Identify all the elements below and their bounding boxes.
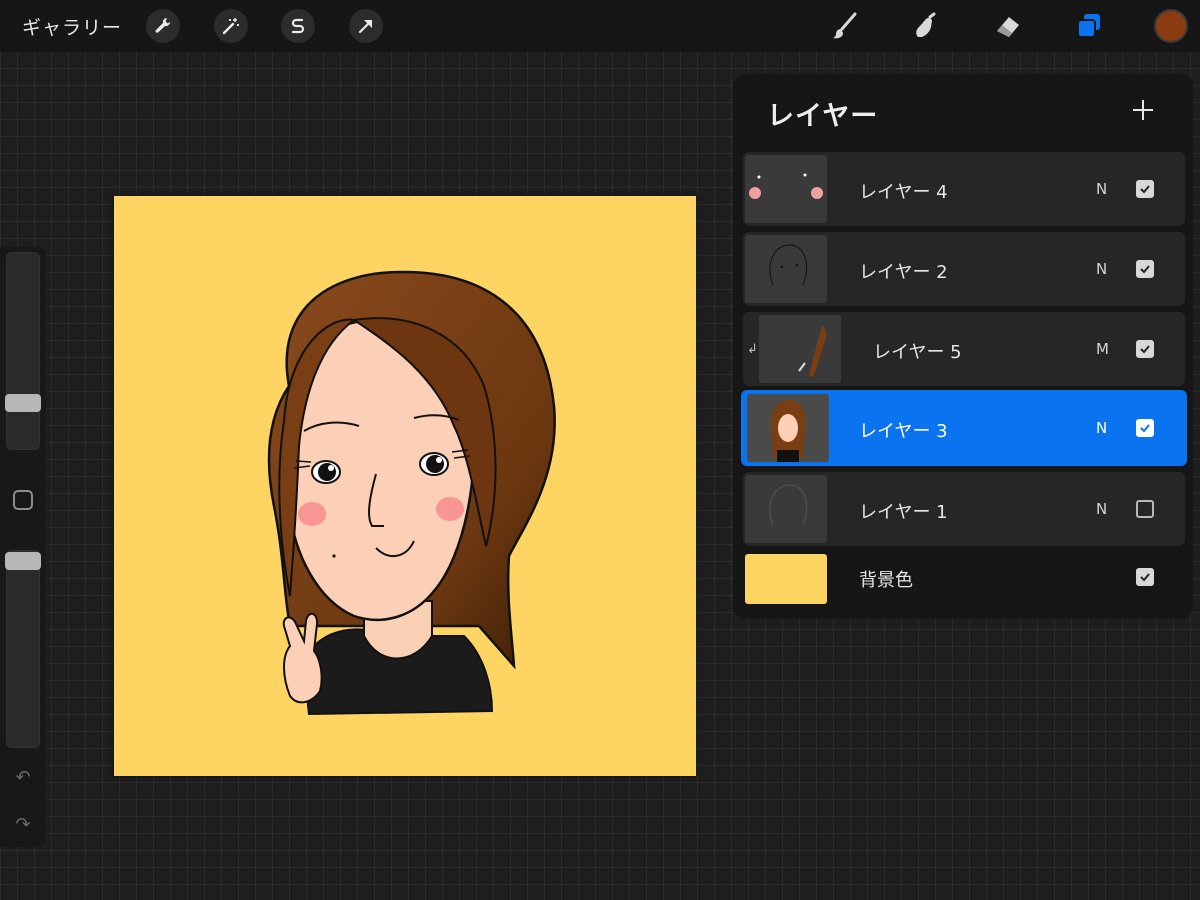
blend-mode-button[interactable]: M <box>1096 340 1109 358</box>
layers-panel: レイヤー レイヤー 4 N レイヤー 2 N ↲ レイヤー 5 M レイヤー 3… <box>733 74 1193 619</box>
visibility-checkbox[interactable] <box>1136 500 1154 518</box>
layer-name: レイヤー 3 <box>859 421 948 442</box>
brush-size-slider[interactable] <box>6 252 40 450</box>
eraser-icon[interactable] <box>990 8 1026 44</box>
redo-icon[interactable]: ↷ <box>11 813 35 837</box>
move-arrow-icon[interactable] <box>349 9 383 43</box>
brush-size-handle[interactable] <box>5 394 41 412</box>
visibility-checkbox[interactable] <box>1136 568 1154 586</box>
color-picker-button[interactable] <box>1154 9 1188 43</box>
visibility-checkbox[interactable] <box>1136 340 1154 358</box>
layer-name: レイヤー 5 <box>873 342 962 363</box>
layer-name: レイヤー 1 <box>859 502 948 523</box>
layer-thumbnail <box>745 235 827 303</box>
top-toolbar: ギャラリー <box>0 0 1200 52</box>
layers-icon[interactable] <box>1071 8 1107 44</box>
panel-title: レイヤー <box>767 101 879 132</box>
background-color-layer[interactable]: 背景色 <box>743 548 1185 608</box>
add-layer-icon[interactable] <box>1131 98 1155 122</box>
left-sidebar: ↶ ↷ <box>0 247 46 847</box>
magic-wand-icon[interactable] <box>214 9 248 43</box>
drawing-canvas[interactable] <box>114 196 696 776</box>
background-color-swatch[interactable] <box>745 554 827 604</box>
layer-thumbnail <box>759 315 841 383</box>
layer-row[interactable]: レイヤー 2 N <box>743 232 1185 306</box>
blend-mode-button[interactable]: N <box>1096 419 1107 437</box>
layer-name: レイヤー 4 <box>859 182 948 203</box>
undo-icon[interactable]: ↶ <box>11 766 35 790</box>
gallery-button[interactable]: ギャラリー <box>22 13 122 40</box>
opacity-handle[interactable] <box>5 552 41 570</box>
blend-mode-button[interactable]: N <box>1096 500 1107 518</box>
selection-s-icon[interactable] <box>281 9 315 43</box>
layer-thumbnail <box>747 394 829 462</box>
layer-thumbnail <box>745 475 827 543</box>
clipping-mask-icon: ↲ <box>747 342 758 357</box>
smudge-icon[interactable] <box>907 8 943 44</box>
modify-button[interactable] <box>13 490 33 510</box>
blend-mode-button[interactable]: N <box>1096 180 1107 198</box>
layer-name: レイヤー 2 <box>859 262 948 283</box>
canvas-artwork <box>114 196 696 776</box>
layer-thumbnail <box>745 155 827 223</box>
visibility-checkbox[interactable] <box>1136 419 1154 437</box>
wrench-icon[interactable] <box>146 9 180 43</box>
layer-row-selected[interactable]: レイヤー 3 N <box>741 390 1187 466</box>
visibility-checkbox[interactable] <box>1136 260 1154 278</box>
layer-name: 背景色 <box>859 570 913 591</box>
layer-row[interactable]: レイヤー 1 N <box>743 472 1185 546</box>
opacity-slider[interactable] <box>6 550 40 748</box>
brush-icon[interactable] <box>826 8 862 44</box>
layer-row[interactable]: ↲ レイヤー 5 M <box>743 312 1185 386</box>
visibility-checkbox[interactable] <box>1136 180 1154 198</box>
blend-mode-button[interactable]: N <box>1096 260 1107 278</box>
layer-row[interactable]: レイヤー 4 N <box>743 152 1185 226</box>
